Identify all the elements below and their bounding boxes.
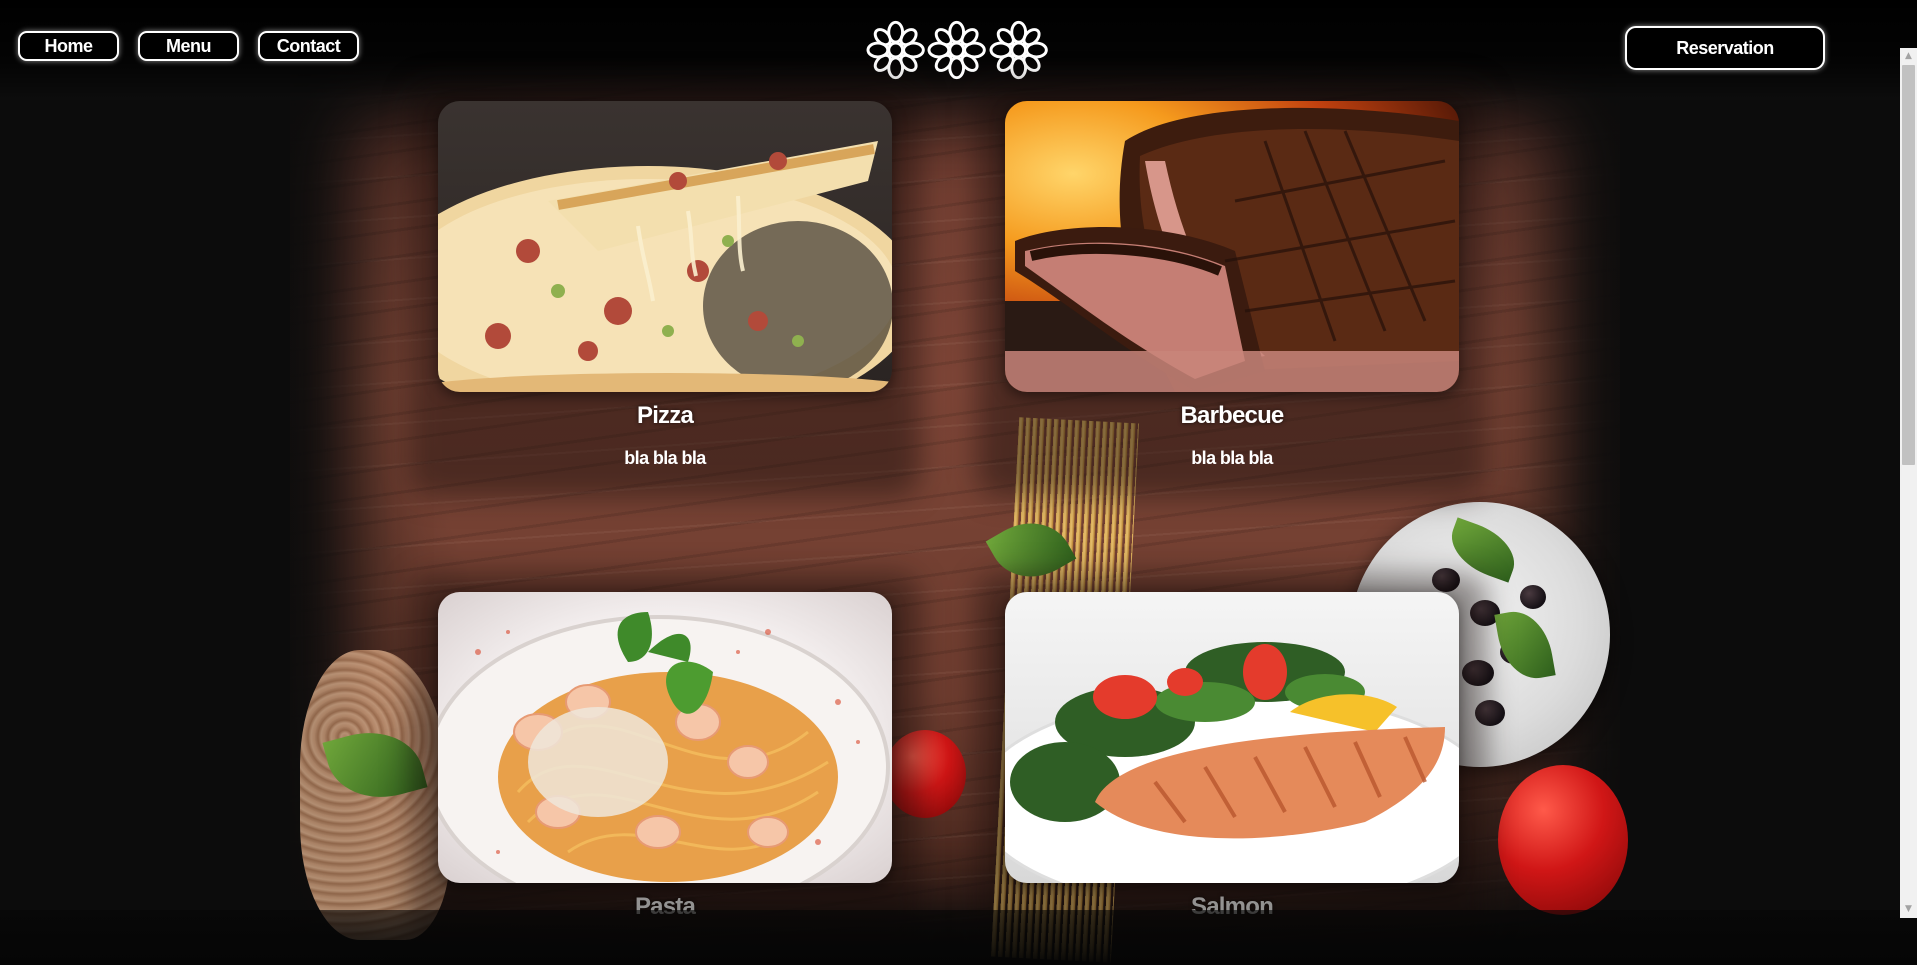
- scroll-up-icon[interactable]: ▲: [1900, 48, 1917, 65]
- flower-icon: [927, 20, 987, 80]
- menu-item-description: bla bla bla: [624, 448, 706, 468]
- menu-item-title: Barbecue: [1180, 402, 1285, 429]
- scroll-thumb[interactable]: [1902, 65, 1915, 465]
- pasta-image[interactable]: [438, 592, 892, 883]
- salmon-illustration: [1005, 642, 1459, 883]
- scroll-down-icon[interactable]: ▼: [1900, 901, 1917, 918]
- site-logo[interactable]: [866, 18, 1048, 84]
- home-button[interactable]: Home: [18, 31, 119, 61]
- barbecue-illustration: [1005, 107, 1459, 392]
- barbecue-image[interactable]: [1005, 101, 1459, 392]
- page: Home Menu Contact Reservation Pizza bla …: [0, 0, 1917, 965]
- pizza-illustration: [438, 141, 892, 392]
- menu-card-salmon[interactable]: Salmon: [977, 574, 1487, 949]
- flower-icon: [989, 20, 1048, 80]
- footer-fade: [0, 910, 1917, 965]
- menu-card-pizza[interactable]: Pizza bla bla bla: [410, 83, 920, 497]
- salmon-image[interactable]: [1005, 592, 1459, 883]
- menu-item-description: bla bla bla: [1191, 448, 1273, 468]
- menu-card-pasta[interactable]: Pasta: [410, 574, 920, 949]
- pizza-image[interactable]: [438, 101, 892, 392]
- reservation-button[interactable]: Reservation: [1625, 26, 1825, 70]
- contact-button[interactable]: Contact: [258, 31, 359, 61]
- pasta-illustration: [438, 612, 890, 883]
- menu-card-barbecue[interactable]: Barbecue bla bla bla: [977, 83, 1487, 497]
- page-scrollbar[interactable]: ▲ ▼: [1900, 48, 1917, 918]
- tomato-decoration: [1498, 765, 1628, 915]
- flower-icon: [866, 20, 925, 80]
- menu-item-title: Pizza: [636, 402, 694, 429]
- olive-decoration: [1520, 585, 1546, 609]
- menu-button[interactable]: Menu: [138, 31, 239, 61]
